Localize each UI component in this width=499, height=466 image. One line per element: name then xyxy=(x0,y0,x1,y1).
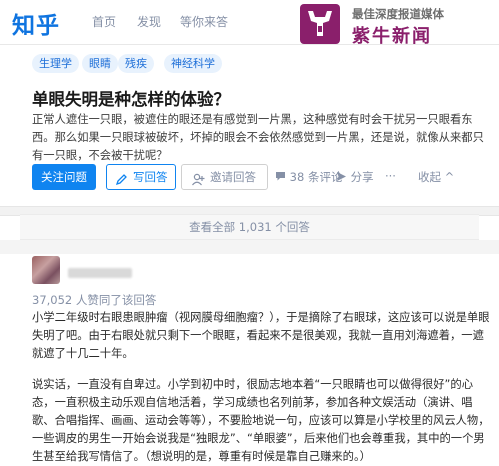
nav-home[interactable]: 首页 xyxy=(92,13,116,30)
invite-answer-button[interactable]: 邀请回答 xyxy=(181,164,268,190)
invite-answer-label: 邀请回答 xyxy=(210,170,256,184)
share-icon xyxy=(337,172,346,181)
topic-tag[interactable]: 生理学 xyxy=(32,54,79,73)
nav-discover[interactable]: 发现 xyxy=(137,13,161,30)
nav-waiting-answers[interactable]: 等你来答 xyxy=(180,13,228,30)
answer-paragraph: 说实话，一直没有自卑过。小学到初中时，很励志地本着“一只眼睛也可以做得很好”的心… xyxy=(32,378,490,463)
zhihu-question-page: 知乎 首页 发现 等你来答 最佳深度报道媒体 紫牛新闻 生理学 眼睛 残疾 神经… xyxy=(0,0,499,463)
question-detail: 正常人遮住一只眼，被遮住的眼还是有感觉到一片黑，这种感觉有时会干扰另一只眼看东西… xyxy=(32,113,484,162)
more-button[interactable]: ··· xyxy=(385,169,396,183)
zhihu-logo[interactable]: 知乎 xyxy=(12,6,60,40)
topic-tag[interactable]: 眼睛 xyxy=(82,54,118,73)
avatar[interactable] xyxy=(32,256,60,284)
comment-icon xyxy=(276,172,285,181)
news-watermark: 最佳深度报道媒体 紫牛新闻 xyxy=(300,4,496,48)
top-header: 知乎 首页 发现 等你来答 最佳深度报道媒体 紫牛新闻 xyxy=(0,0,499,47)
question-action-bar: 关注问题 写回答 邀请回答 38 条评论 分享 ··· 收起 ^ xyxy=(0,164,499,194)
share-label: 分享 xyxy=(350,170,374,184)
question-title: 单眼失明是种怎样的体验？ xyxy=(32,90,230,109)
header-divider xyxy=(0,44,499,45)
share-link[interactable]: 分享 xyxy=(336,169,374,185)
vote-count: 37,052 人赞同了该回答 xyxy=(32,293,157,307)
topic-tag[interactable]: 残疾 xyxy=(118,54,154,73)
topic-tag[interactable]: 神经科学 xyxy=(164,54,222,73)
view-all-answers-link[interactable]: 查看全部 1,031 个回答 xyxy=(20,214,479,240)
write-answer-label: 写回答 xyxy=(133,170,168,184)
collapse-button[interactable]: 收起 ^ xyxy=(418,169,454,185)
write-answer-button[interactable]: 写回答 xyxy=(106,164,176,190)
comments-link[interactable]: 38 条评论 xyxy=(275,169,342,185)
watermark-tagline: 最佳深度报道媒体 xyxy=(352,7,444,21)
gap-band xyxy=(0,240,499,254)
pen-icon xyxy=(115,170,128,194)
answer-paragraph: 小学二年级时右眼患眼肿瘤（视网膜母细胞瘤？），于是摘除了右眼球，这应该可以说是单… xyxy=(32,311,490,360)
follow-question-button[interactable]: 关注问题 xyxy=(32,164,96,190)
comments-count: 38 条评论 xyxy=(289,170,343,184)
author-name-blurred xyxy=(68,268,132,278)
watermark-logo-icon xyxy=(300,4,340,44)
invite-icon xyxy=(191,170,205,194)
